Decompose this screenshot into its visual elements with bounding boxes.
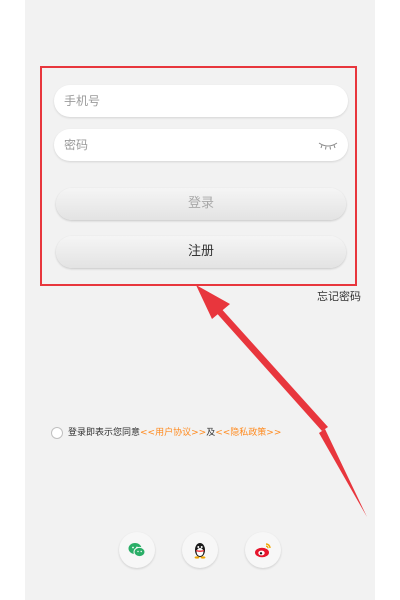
agreement-and: 及 — [206, 428, 216, 438]
qq-icon — [194, 543, 206, 559]
agreement-text: 登录即表示您同意 — [68, 428, 141, 438]
weibo-icon — [255, 543, 271, 558]
password-input[interactable] — [64, 129, 304, 161]
forgot-password-link[interactable]: 忘记密码 — [317, 288, 361, 304]
highlight-box: 登录 注册 — [40, 66, 357, 286]
login-button[interactable]: 登录 — [56, 188, 346, 220]
password-field[interactable] — [54, 129, 348, 161]
phone-input[interactable] — [64, 85, 304, 117]
phone-field[interactable] — [54, 85, 348, 117]
agreement-row: 登录即表示您同意<<用户协议>>及<<隐私政策>> — [51, 426, 281, 440]
register-button[interactable]: 注册 — [56, 236, 346, 268]
agree-radio[interactable] — [51, 427, 63, 439]
wechat-icon — [128, 543, 146, 558]
weibo-login-button[interactable] — [245, 532, 281, 568]
qq-login-button[interactable] — [182, 532, 218, 568]
login-screen: 登录 注册 忘记密码 登录即表示您同意<<用户协议>>及<<隐私政策>> — [25, 0, 375, 600]
eye-closed-icon[interactable] — [318, 140, 338, 150]
privacy-policy-link[interactable]: <<隐私政策>> — [215, 428, 281, 438]
user-agreement-link[interactable]: <<用户协议>> — [140, 428, 206, 438]
wechat-login-button[interactable] — [119, 532, 155, 568]
